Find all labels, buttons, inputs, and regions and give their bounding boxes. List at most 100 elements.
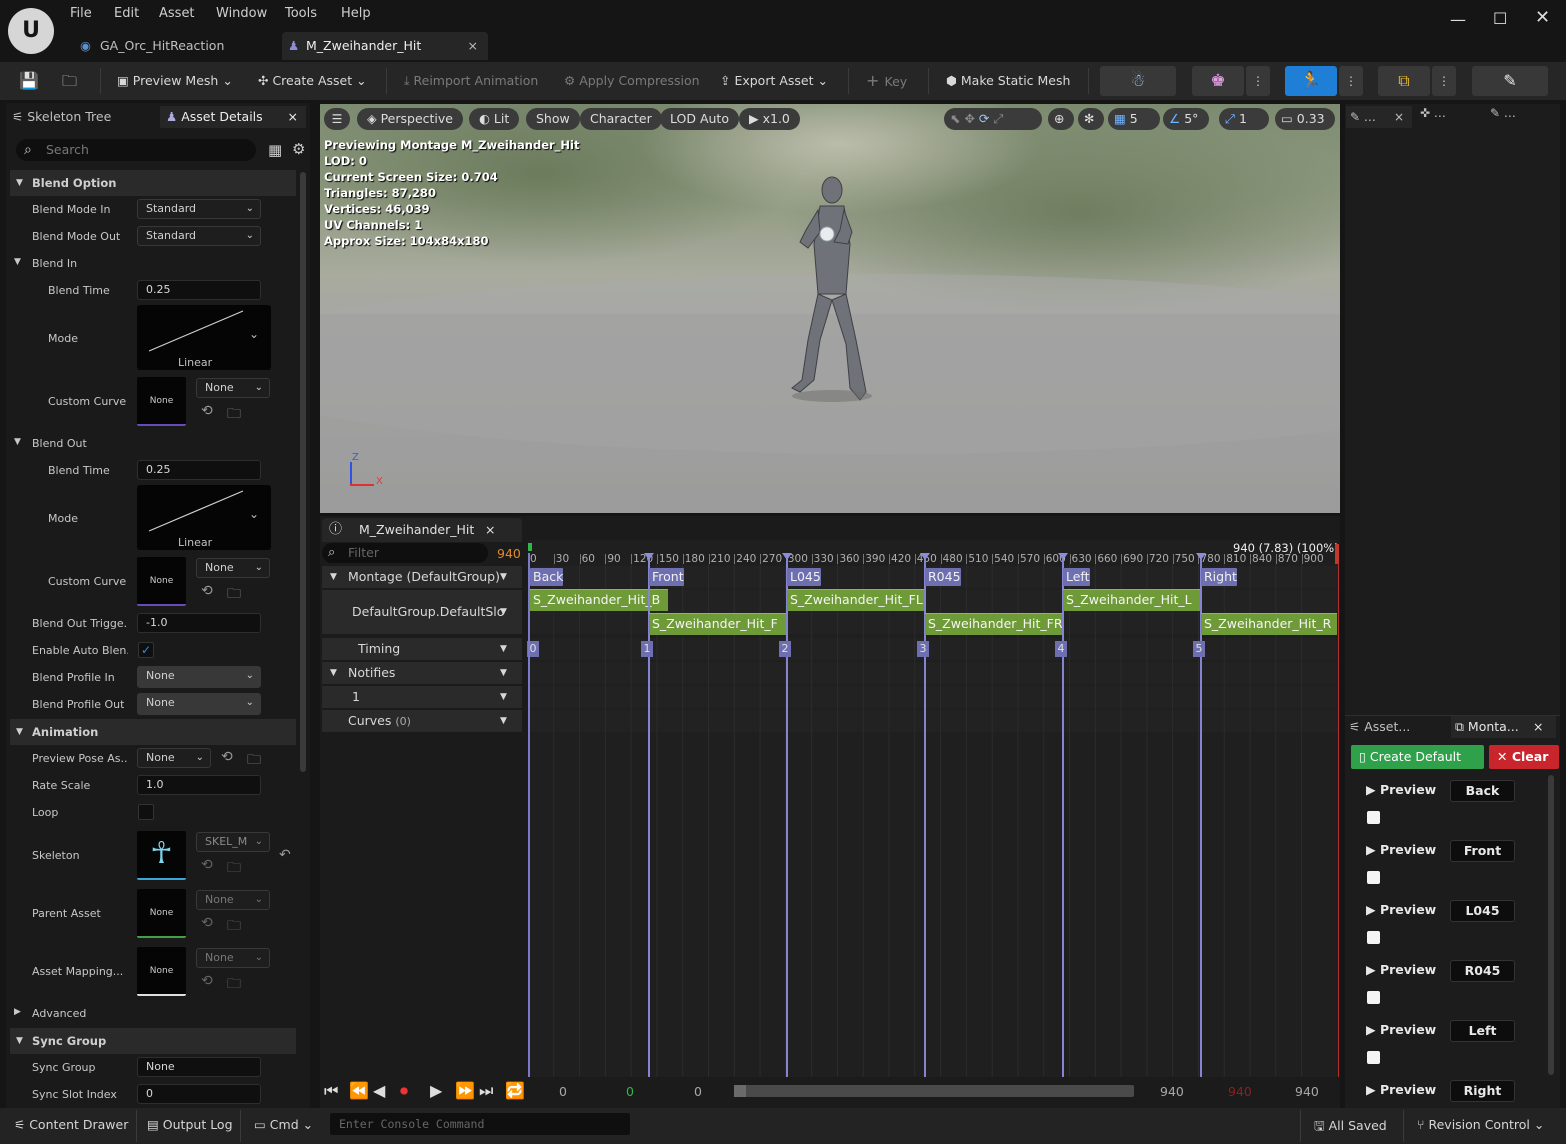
cmd-select[interactable]: ▭ Cmd ⌄ — [254, 1117, 313, 1132]
help-icon[interactable]: ⓘ — [329, 518, 342, 542]
play-forward-icon[interactable]: ▶ — [430, 1081, 442, 1100]
skeleton-thumbnail-icon[interactable]: ☥ — [137, 831, 186, 880]
tab-montage-editor[interactable]: ⓘ M_Zweihander_Hit × — [322, 518, 522, 542]
animation-mode-options-button[interactable]: ⋮ — [1339, 66, 1363, 96]
surface-snap-icon[interactable]: ✻ — [1078, 108, 1104, 130]
blend-out-mode-picker[interactable]: Linear ⌄ — [137, 485, 271, 550]
section-select-button-right[interactable]: Right — [1450, 1080, 1515, 1102]
curve-asset-thumbnail[interactable]: None — [137, 377, 186, 426]
blueprint-mode-options-button[interactable]: ⋮ — [1432, 66, 1456, 96]
output-log-button[interactable]: ▤ Output Log — [147, 1117, 233, 1132]
section-marker-head[interactable] — [1058, 553, 1068, 560]
tab-montage-sections[interactable]: ⧉ Monta... × — [1451, 716, 1556, 738]
range-start-value[interactable]: 0 — [694, 1084, 702, 1099]
menu-asset[interactable]: Asset — [159, 6, 195, 21]
blueprint-mode-button[interactable]: ⧉ — [1378, 66, 1430, 96]
create-default-button[interactable]: ▯ Create Default — [1351, 745, 1484, 769]
maximize-button[interactable]: ☐ — [1493, 9, 1507, 28]
play-end-value[interactable]: 940 — [1228, 1084, 1252, 1099]
use-selected-icon[interactable]: ⟲ — [201, 403, 213, 419]
menu-edit[interactable]: Edit — [114, 6, 139, 21]
view-end-value[interactable]: 940 — [1295, 1084, 1319, 1099]
revision-control-button[interactable]: ⑂ Revision Control ⌄ — [1417, 1117, 1544, 1132]
preview-section-button[interactable]: ▶ Preview — [1366, 782, 1436, 797]
reimport-animation-button[interactable]: ⤓ Reimport Animation — [404, 70, 538, 92]
world-local-icon[interactable]: ⊕ — [1048, 108, 1074, 130]
section-marker-head[interactable] — [782, 553, 792, 560]
play-reverse-icon[interactable]: ◀ — [373, 1081, 385, 1100]
montage-section-l045[interactable]: L045 — [787, 568, 821, 586]
close-tab-icon[interactable]: × — [1394, 106, 1404, 128]
lit-button[interactable]: ◐ Lit — [469, 108, 520, 130]
use-selected-icon[interactable]: ⟲ — [221, 749, 233, 765]
curve-asset-thumbnail[interactable]: None — [137, 557, 186, 606]
blend-out-time-input[interactable]: 0.25 — [137, 460, 261, 480]
close-window-button[interactable]: ✕ — [1535, 7, 1550, 28]
custom-curve-select[interactable]: None ⌄ — [196, 378, 270, 398]
branch-point-marker[interactable]: 5 — [1193, 641, 1205, 657]
section-marker-head[interactable] — [1196, 553, 1206, 560]
section-marker-line[interactable] — [786, 553, 788, 1077]
section-select-button-l045[interactable]: L045 — [1450, 900, 1515, 922]
menu-file[interactable]: File — [70, 6, 92, 21]
preview-section-button[interactable]: ▶ Preview — [1366, 1022, 1436, 1037]
skeleton-select[interactable]: SKEL_M ⌄ — [196, 832, 270, 852]
browse-icon[interactable]: 🗀 — [227, 403, 241, 427]
jump-to-end-icon[interactable]: ⏭ — [479, 1081, 493, 1101]
details-search-input[interactable]: ⌕ Search — [16, 139, 256, 161]
scale-tool-icon[interactable]: ⤢ — [993, 111, 1003, 126]
perspective-button[interactable]: ◈ Perspective — [357, 108, 463, 130]
track-notify-1[interactable]: 1 ▼ — [322, 686, 522, 708]
dropdown-arrow-icon[interactable]: ▼ — [500, 710, 507, 732]
table-view-icon[interactable]: ▦ — [268, 141, 282, 159]
montage-section-right[interactable]: Right — [1201, 568, 1237, 586]
section-marker-head[interactable] — [644, 553, 654, 560]
use-selected-icon[interactable]: ⟲ — [201, 973, 213, 989]
preview-viewport[interactable] — [320, 104, 1340, 513]
show-button[interactable]: Show — [526, 108, 580, 130]
unreal-logo-icon[interactable]: U — [8, 8, 54, 54]
browse-icon[interactable]: 🗀 — [227, 857, 241, 881]
chevron-right-icon[interactable]: ▶ — [14, 1007, 21, 1017]
select-tool-icon[interactable]: ⬉ — [950, 111, 964, 126]
angle-snap-button[interactable]: ∠ 5° — [1163, 108, 1209, 130]
sections-scrollbar[interactable] — [1548, 775, 1554, 1075]
browse-icon[interactable]: 🗀 — [227, 583, 241, 607]
start-range-handle[interactable] — [528, 543, 532, 551]
content-drawer-button[interactable]: ⚟ Content Drawer — [14, 1117, 128, 1132]
use-selected-icon[interactable]: ⟲ — [201, 583, 213, 599]
use-selected-icon[interactable]: ⟲ — [201, 915, 213, 931]
mesh-mode-options-button[interactable]: ⋮ — [1246, 66, 1270, 96]
camera-speed-button[interactable]: ▭ 0.33 — [1275, 108, 1335, 130]
section-loop-checkbox[interactable] — [1367, 871, 1380, 884]
record-icon[interactable]: ⏺ — [400, 1081, 408, 1101]
parent-asset-select[interactable]: None ⌄ — [196, 890, 270, 910]
scale-snap-button[interactable]: ⤢ 1 — [1219, 108, 1269, 130]
close-tab-icon[interactable]: × — [288, 106, 298, 128]
character-button[interactable]: Character — [580, 108, 662, 130]
rotate-tool-icon[interactable]: ⟳ — [979, 111, 993, 126]
end-range-handle[interactable] — [1335, 544, 1339, 564]
montage-section-r045[interactable]: R045 — [925, 568, 961, 586]
dropdown-arrow-icon[interactable]: ▼ — [500, 590, 507, 634]
blend-in-group-label[interactable]: Blend In — [32, 257, 77, 270]
key-button[interactable]: + Key — [866, 70, 907, 92]
chevron-down-icon[interactable]: ▼ — [14, 257, 21, 267]
browse-asset-icon[interactable]: 🗀 — [62, 70, 77, 92]
settings-gear-icon[interactable]: ⚙ — [292, 140, 305, 158]
play-start-value[interactable]: 0 — [626, 1084, 634, 1099]
section-select-button-left[interactable]: Left — [1450, 1020, 1515, 1042]
minimize-button[interactable]: — — [1450, 10, 1466, 29]
tab-asset-details[interactable]: ♟ Asset Details × — [160, 106, 306, 128]
playhead-line[interactable] — [528, 553, 530, 1077]
preview-section-button[interactable]: ▶ Preview — [1366, 842, 1436, 857]
dropdown-arrow-icon[interactable]: ▼ — [500, 566, 507, 588]
physics-mode-button[interactable]: ✎ — [1472, 66, 1548, 96]
current-frame-readout[interactable]: 940 — [497, 546, 521, 561]
viewport-menu-button[interactable]: ☰ — [324, 108, 350, 130]
preview-mesh-button[interactable]: ▣ Preview Mesh ⌄ — [117, 70, 233, 92]
browse-icon[interactable]: 🗀 — [247, 749, 261, 773]
loop-checkbox[interactable] — [138, 804, 154, 820]
details-scrollbar[interactable] — [300, 172, 306, 772]
section-loop-checkbox[interactable] — [1367, 991, 1380, 1004]
